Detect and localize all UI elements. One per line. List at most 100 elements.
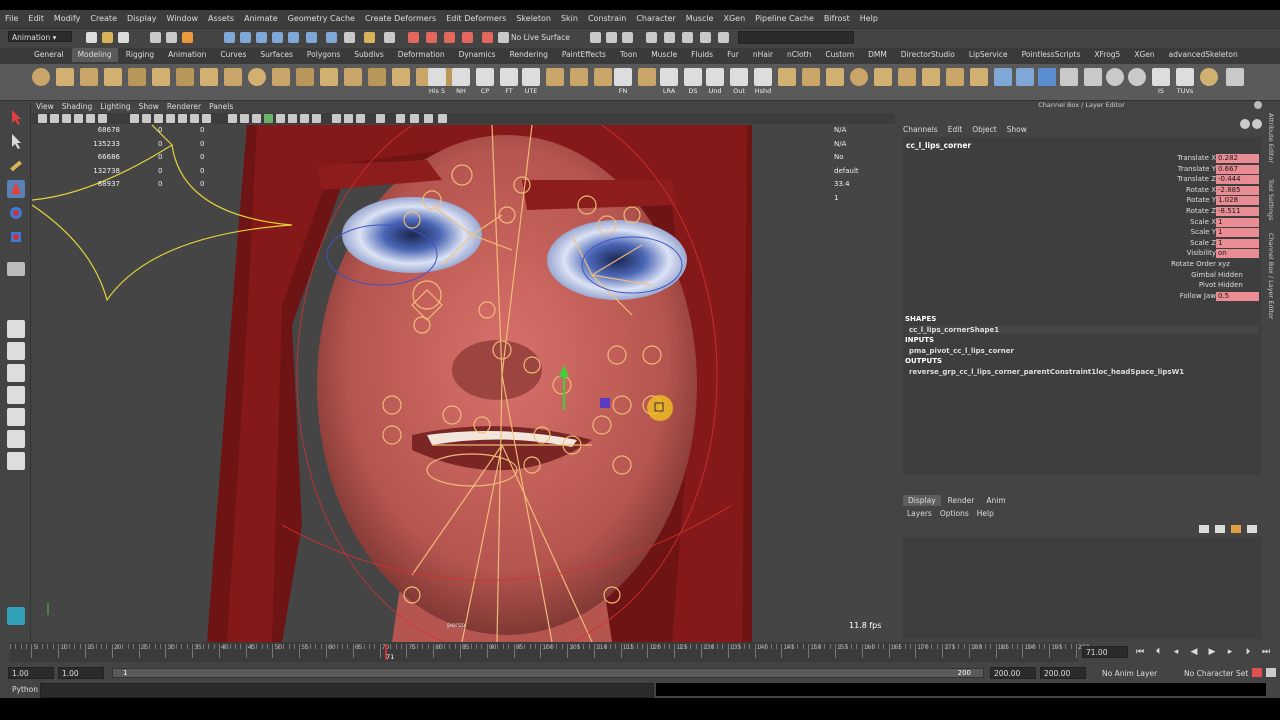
move-layer-up-icon[interactable] [1231, 525, 1241, 533]
poly-separate-icon[interactable] [224, 68, 242, 86]
shelf-tab-xgen[interactable]: XGen [1128, 48, 1160, 62]
lattice-icon[interactable] [874, 68, 892, 86]
menu-create-deformers[interactable]: Create Deformers [360, 10, 441, 28]
channel-value-gimbal[interactable]: Hidden [1216, 271, 1259, 280]
shelf-tab-dmm[interactable]: DMM [862, 48, 893, 62]
last-tool-icon[interactable] [7, 262, 25, 276]
go-to-end-icon[interactable]: ⏭ [1260, 646, 1272, 658]
poly-bevel-icon[interactable] [344, 68, 362, 86]
panel-close-icon[interactable] [1254, 101, 1262, 109]
shelf-tab-rigging[interactable]: Rigging [120, 48, 160, 62]
magnet-icon[interactable] [482, 32, 493, 43]
motion-blur-icon[interactable] [344, 114, 353, 123]
tuvs-script-icon[interactable] [1176, 68, 1194, 86]
bend-icon[interactable] [946, 68, 964, 86]
channel-label-rotate-z[interactable]: Rotate Z [1096, 207, 1216, 215]
snap-point-icon[interactable] [256, 32, 267, 43]
sphere-material-icon[interactable] [1200, 68, 1218, 86]
poly-combine-icon[interactable] [200, 68, 218, 86]
shelf-tab-deformation[interactable]: Deformation [392, 48, 451, 62]
wireframe-on-shaded-icon[interactable] [252, 114, 261, 123]
fn-script-icon[interactable] [614, 68, 632, 86]
normals-icon[interactable] [638, 68, 656, 86]
select-camera-icon[interactable] [38, 114, 47, 123]
soft-mod-icon[interactable] [922, 68, 940, 86]
history-icon[interactable] [326, 32, 337, 43]
menu-help[interactable]: Help [855, 10, 883, 28]
snap-grid-icon[interactable] [224, 32, 235, 43]
poly-mirror-icon[interactable] [272, 68, 290, 86]
menu-skin[interactable]: Skin [556, 10, 583, 28]
grease-pencil-icon[interactable] [98, 114, 107, 123]
nh-script-icon[interactable] [452, 68, 470, 86]
selection-field-icon[interactable] [606, 32, 617, 43]
help-icon[interactable] [344, 32, 355, 43]
channel-label-scale-z[interactable]: Scale Z [1096, 239, 1216, 247]
shelf-tab-subdivs[interactable]: Subdivs [348, 48, 389, 62]
channel-value-scale-z[interactable]: 1 [1216, 238, 1259, 248]
poly-merge-icon[interactable] [368, 68, 386, 86]
hypershade-script-icon[interactable] [754, 68, 772, 86]
render-settings-icon[interactable] [444, 32, 455, 43]
auto-key-icon[interactable] [1252, 668, 1262, 677]
attribute-editor-icon[interactable] [682, 32, 693, 43]
circle-icon[interactable] [1106, 68, 1124, 86]
gamma-icon[interactable] [424, 114, 433, 123]
layer-menu-help[interactable]: Help [977, 509, 994, 518]
poly-cone-icon[interactable] [104, 68, 122, 86]
layer-list[interactable] [903, 537, 1261, 639]
graph-editor-layout-icon[interactable] [7, 452, 25, 470]
skin-bind-icon[interactable] [994, 68, 1012, 86]
side-tab-attribute-editor[interactable]: Attribute Editor [1267, 113, 1275, 163]
step-back-frame-icon[interactable]: ◂ [1170, 646, 1182, 658]
channel-value-translate-x[interactable]: 0.282 [1216, 154, 1259, 163]
channel-label-translate-x[interactable]: Translate X [1096, 154, 1216, 162]
shelf-tab-custom[interactable]: Custom [819, 48, 860, 62]
menu-muscle[interactable]: Muscle [681, 10, 719, 28]
ep-curve-icon[interactable] [1060, 68, 1078, 86]
lra-script-icon[interactable] [660, 68, 678, 86]
poly-smooth-icon[interactable] [248, 68, 266, 86]
poly-torus-icon[interactable] [152, 68, 170, 86]
construction-history-icon[interactable] [384, 32, 395, 43]
shelf-tab-lipservice[interactable]: LipService [963, 48, 1014, 62]
channel-value-scale-x[interactable]: 1 [1216, 217, 1259, 227]
shelf-tab-muscle[interactable]: Muscle [645, 48, 683, 62]
shelf-tab-polygons[interactable]: Polygons [301, 48, 346, 62]
menu-modify[interactable]: Modify [49, 10, 86, 28]
channel-value-rotate-order[interactable]: xyz [1216, 260, 1259, 269]
perspective-viewport[interactable]: 68678 0 0 135233 0 0 66686 0 0 132738 0 0 88937 0… [32, 125, 895, 642]
tool-settings-icon[interactable] [700, 32, 711, 43]
poly-sphere-icon[interactable] [32, 68, 50, 86]
playback-end-field[interactable]: 200.00 [990, 667, 1036, 679]
film-gate-icon[interactable] [142, 114, 151, 123]
menu-pipeline-cache[interactable]: Pipeline Cache [750, 10, 819, 28]
shelf-tab-advancedskeleton[interactable]: advancedSkeleton [1163, 48, 1244, 62]
shelf-tab-general[interactable]: General [28, 48, 70, 62]
snap-live-icon[interactable] [306, 32, 317, 43]
paint-weights-icon[interactable] [1016, 68, 1034, 86]
shadows-icon[interactable] [312, 114, 321, 123]
anim-layer-dropdown[interactable]: No Anim Layer [1102, 669, 1157, 678]
four-view-layout-icon[interactable] [7, 342, 25, 360]
play-backwards-icon[interactable]: ◀ [1188, 646, 1200, 658]
new-layer-from-selected-icon[interactable] [1215, 525, 1225, 533]
nurbs-curve-icon[interactable] [1038, 68, 1056, 86]
safe-action-icon[interactable] [190, 114, 199, 123]
channel-label-rotate-x[interactable]: Rotate X [1096, 186, 1216, 194]
ute-script-icon[interactable] [522, 68, 540, 86]
render-frame-icon[interactable] [408, 32, 419, 43]
rename-icon[interactable] [622, 32, 633, 43]
side-tab-channel-box[interactable]: Channel Box / Layer Editor [1267, 233, 1275, 320]
channel-menu-channels[interactable]: Channels [903, 125, 938, 134]
channel-label-rotate-y[interactable]: Rotate Y [1096, 196, 1216, 204]
channel-label-translate-y[interactable]: Translate Y [1096, 165, 1216, 173]
channel-label-scale-y[interactable]: Scale Y [1096, 228, 1216, 236]
help-icon[interactable] [1252, 119, 1262, 129]
viewport-menu-show[interactable]: Show [135, 101, 163, 111]
poly-grid-icon[interactable] [778, 68, 796, 86]
menu-xgen[interactable]: XGen [718, 10, 750, 28]
sphere-tool-icon[interactable] [850, 68, 868, 86]
menu-window[interactable]: Window [162, 10, 204, 28]
viewport-menu-view[interactable]: View [32, 101, 58, 111]
